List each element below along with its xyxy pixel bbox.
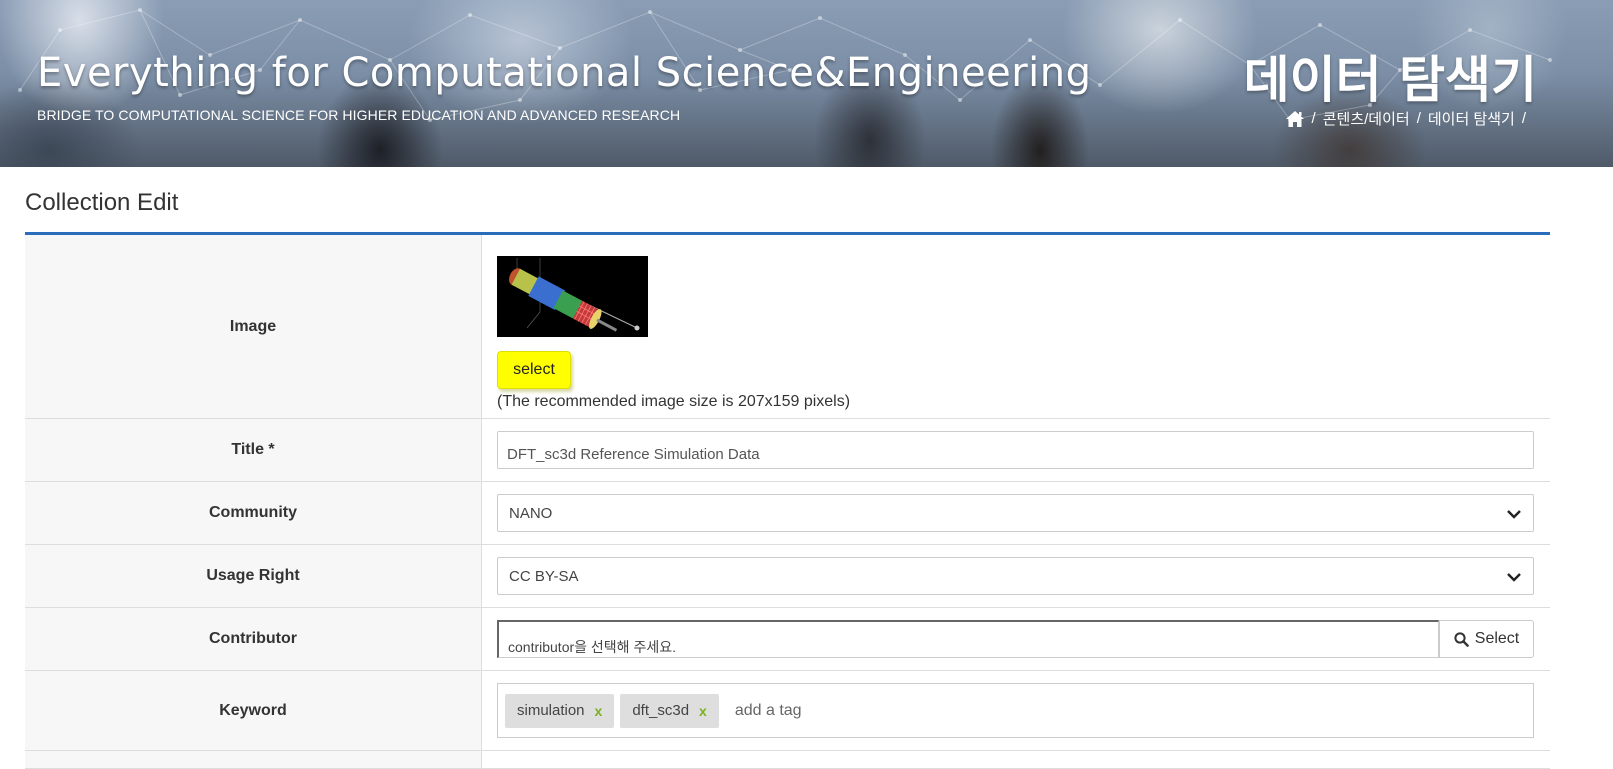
- breadcrumb-item-data-explorer[interactable]: 데이터 탐색기: [1428, 108, 1515, 129]
- usage-right-selected-value: CC BY-SA: [509, 567, 579, 585]
- home-icon[interactable]: [1285, 110, 1305, 128]
- community-selected-value: NANO: [509, 504, 553, 522]
- image-size-hint: (The recommended image size is 207x159 p…: [497, 392, 851, 410]
- section-title: Collection Edit: [25, 189, 179, 216]
- breadcrumb-item-contents-data[interactable]: 콘텐츠/데이터: [1323, 108, 1410, 129]
- contributor-label: Contributor: [25, 607, 482, 671]
- breadcrumb-separator: /: [1311, 110, 1316, 127]
- chevron-down-icon: [1507, 510, 1521, 519]
- header-banner: Everything for Computational Science&Eng…: [0, 0, 1613, 167]
- form-row-contributor: Contributor Select: [25, 607, 1550, 671]
- title-input[interactable]: [497, 431, 1534, 469]
- keyword-tag-input[interactable]: simulation x dft_sc3d x: [497, 683, 1534, 738]
- usage-right-select[interactable]: CC BY-SA: [497, 557, 1534, 595]
- chevron-down-icon: [1507, 573, 1521, 582]
- form-row-usage-right: Usage Right CC BY-SA: [25, 544, 1550, 608]
- form-row-keyword: Keyword simulation x dft_sc3d x: [25, 670, 1550, 751]
- search-icon: [1454, 631, 1469, 647]
- image-label: Image: [25, 233, 482, 419]
- usage-right-label: Usage Right: [25, 544, 482, 608]
- breadcrumb-separator: /: [1416, 110, 1421, 127]
- title-label: Title *: [25, 418, 482, 482]
- next-row-field: [481, 750, 1550, 769]
- keyword-label: Keyword: [25, 670, 482, 751]
- collection-thumbnail-image: [497, 255, 648, 337]
- contributor-select-button[interactable]: Select: [1439, 620, 1534, 658]
- community-label: Community: [25, 481, 482, 545]
- form-row-title: Title *: [25, 418, 1550, 482]
- keyword-tag-label: dft_sc3d: [632, 702, 690, 719]
- keyword-tag-label: simulation: [517, 702, 585, 719]
- site-subtitle: BRIDGE TO COMPUTATIONAL SCIENCE FOR HIGH…: [37, 107, 681, 123]
- page-heading: 데이터 탐색기: [1243, 51, 1537, 109]
- contributor-input-group: Select: [497, 620, 1534, 658]
- form-row-next: [25, 750, 1550, 769]
- contributor-input[interactable]: [497, 620, 1439, 658]
- form-row-image: Image select (The recommended image size…: [25, 233, 1550, 419]
- form-row-community: Community NANO: [25, 481, 1550, 545]
- image-select-button[interactable]: select: [497, 350, 571, 389]
- keyword-tag: dft_sc3d x: [620, 693, 719, 728]
- next-row-label: [25, 750, 482, 769]
- breadcrumb-separator: /: [1521, 110, 1526, 127]
- community-select[interactable]: NANO: [497, 494, 1534, 532]
- collection-edit-form: Image select (The recommended image size…: [25, 232, 1550, 769]
- image-field: select (The recommended image size is 20…: [481, 233, 1550, 419]
- add-tag-input[interactable]: [732, 700, 937, 721]
- keyword-tag: simulation x: [505, 693, 615, 728]
- remove-tag-button[interactable]: x: [699, 703, 707, 719]
- breadcrumb: / 콘텐츠/데이터 / 데이터 탐색기 /: [1285, 108, 1533, 129]
- site-title: Everything for Computational Science&Eng…: [37, 50, 1092, 96]
- contributor-select-label: Select: [1474, 630, 1520, 647]
- remove-tag-button[interactable]: x: [595, 703, 603, 719]
